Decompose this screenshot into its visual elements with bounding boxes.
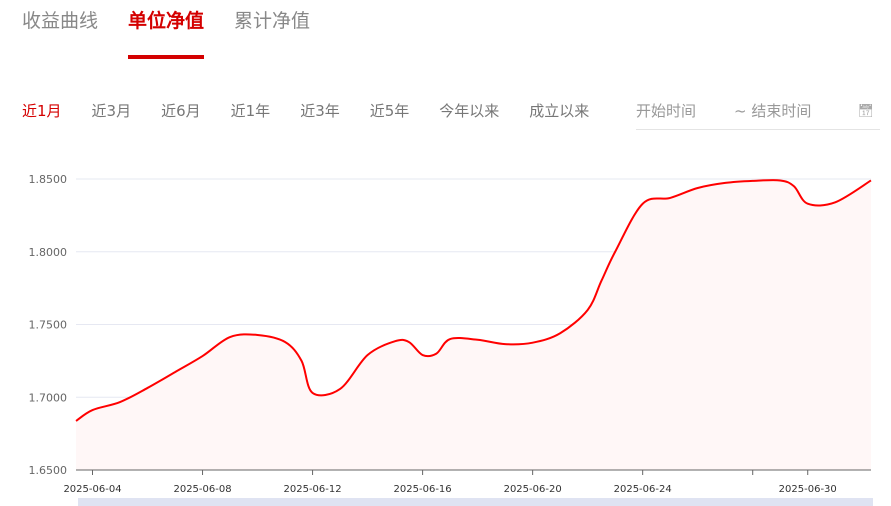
x-tick-label: 2025-06-24 [614, 484, 672, 495]
y-tick-label: 1.8000 [29, 246, 68, 259]
series-area [76, 180, 871, 471]
y-tick-label: 1.7500 [29, 319, 68, 332]
y-tick-label: 1.6500 [29, 464, 68, 477]
nav-chart: 1.6500 1.7000 1.7500 1.8000 1.8500 2025-06-04… [29, 173, 873, 506]
x-tick-label: 2025-06-08 [173, 484, 231, 495]
x-tick-label: 2025-06-30 [779, 484, 837, 495]
zoom-slider [78, 498, 873, 506]
x-tick-label: 2025-06-16 [394, 484, 452, 495]
y-tick-label: 1.8500 [29, 173, 68, 186]
x-tick-label: 2025-06-04 [63, 484, 121, 495]
y-tick-label: 1.7000 [29, 391, 68, 404]
x-tick-label: 2025-06-12 [284, 484, 342, 495]
x-tick-label: 2025-06-20 [504, 484, 562, 495]
